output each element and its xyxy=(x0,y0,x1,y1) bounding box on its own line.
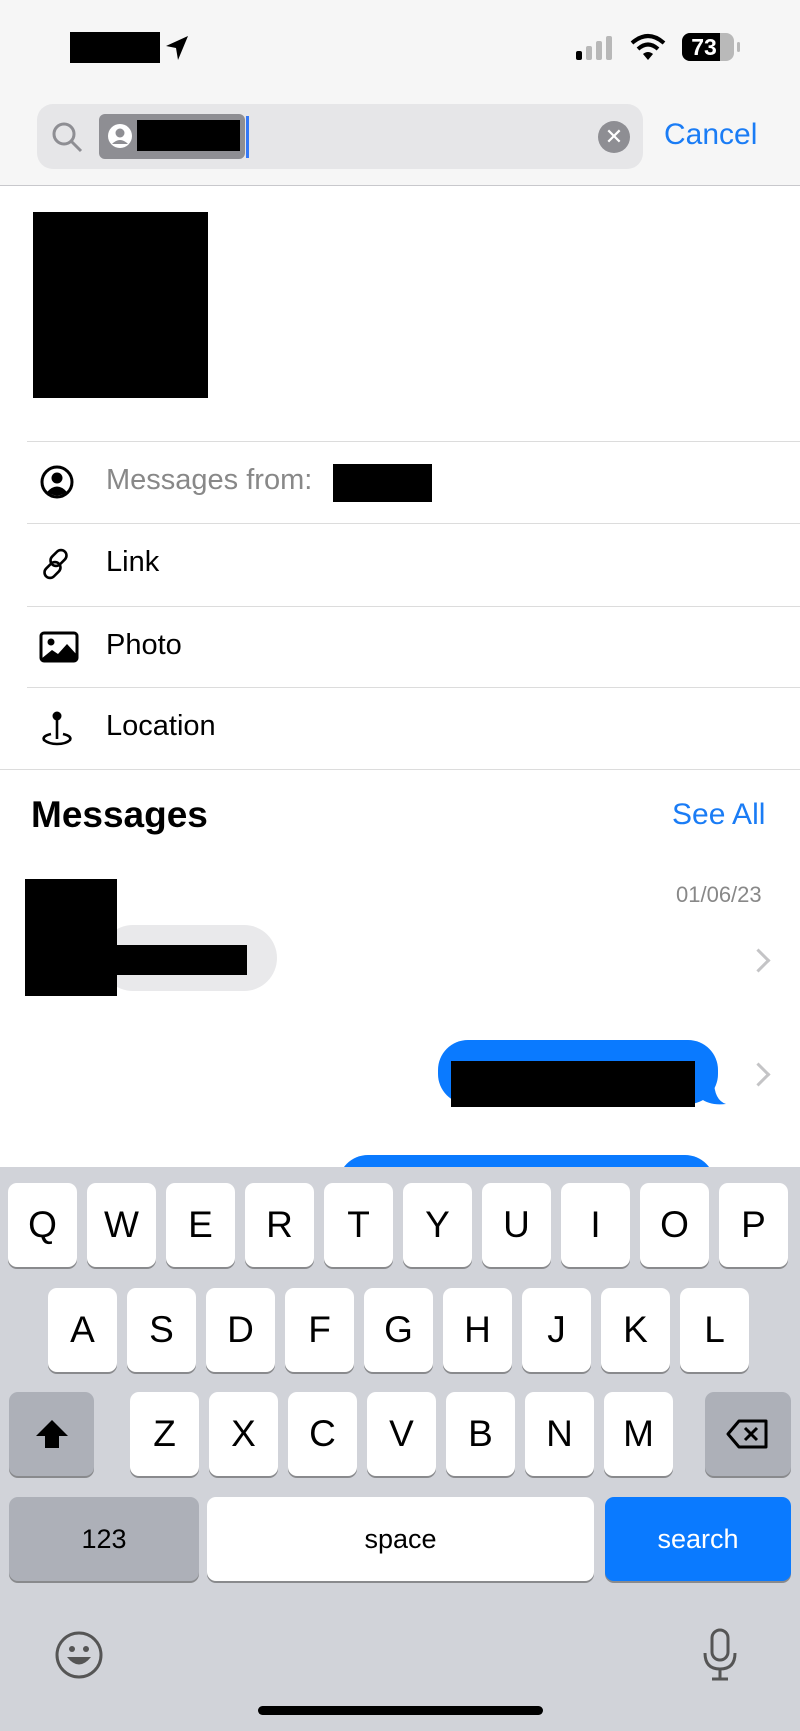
text-cursor xyxy=(246,116,249,158)
filter-location[interactable]: Location xyxy=(27,688,800,769)
key-t[interactable]: T xyxy=(324,1183,393,1267)
key-q[interactable]: Q xyxy=(8,1183,77,1267)
filter-messages-from[interactable]: Messages from: xyxy=(27,442,800,523)
key-y[interactable]: Y xyxy=(403,1183,472,1267)
shift-key[interactable] xyxy=(9,1392,94,1476)
messages-section-title: Messages xyxy=(31,794,208,835)
delete-key[interactable] xyxy=(705,1392,791,1476)
signal-icon xyxy=(576,36,618,60)
key-f[interactable]: F xyxy=(285,1288,354,1372)
key-l[interactable]: L xyxy=(680,1288,749,1372)
key-g[interactable]: G xyxy=(364,1288,433,1372)
location-pin-icon xyxy=(42,711,72,746)
message-date: 01/06/23 xyxy=(676,882,762,907)
numbers-key[interactable]: 123 xyxy=(9,1497,199,1581)
key-h[interactable]: H xyxy=(443,1288,512,1372)
key-m[interactable]: M xyxy=(604,1392,673,1476)
message-text-redacted xyxy=(117,945,247,975)
wifi-icon xyxy=(630,34,666,60)
bubble-tail xyxy=(700,1080,726,1105)
person-circle-icon xyxy=(108,124,132,148)
key-r[interactable]: R xyxy=(245,1183,314,1267)
shift-arrow-icon xyxy=(35,1420,68,1448)
sender-avatar-redacted xyxy=(25,879,117,996)
see-all-button[interactable]: See All xyxy=(672,798,765,832)
key-c[interactable]: C xyxy=(288,1392,357,1476)
key-x[interactable]: X xyxy=(209,1392,278,1476)
key-v[interactable]: V xyxy=(367,1392,436,1476)
emoji-icon[interactable] xyxy=(54,1630,104,1680)
home-indicator xyxy=(258,1706,543,1715)
filter-link[interactable]: Link xyxy=(27,524,800,605)
chevron-right-icon[interactable] xyxy=(746,1062,771,1087)
key-n[interactable]: N xyxy=(525,1392,594,1476)
filter-photo[interactable]: Photo xyxy=(27,607,800,688)
time-redacted xyxy=(70,32,160,63)
key-j[interactable]: J xyxy=(522,1288,591,1372)
sender-name-redacted xyxy=(333,464,432,502)
key-p[interactable]: P xyxy=(719,1183,788,1267)
battery-level: 73 xyxy=(691,34,717,60)
photo-icon xyxy=(39,631,79,663)
search-key[interactable]: search xyxy=(605,1497,791,1581)
contact-result-redacted[interactable] xyxy=(33,212,208,398)
key-z[interactable]: Z xyxy=(130,1392,199,1476)
cancel-button[interactable]: Cancel xyxy=(664,118,757,152)
key-b[interactable]: B xyxy=(446,1392,515,1476)
sent-text-redacted xyxy=(451,1061,695,1107)
chevron-right-icon[interactable] xyxy=(746,948,771,973)
divider xyxy=(0,769,800,770)
battery-icon: 73 xyxy=(682,33,734,61)
filter-label: Photo xyxy=(106,629,182,661)
key-u[interactable]: U xyxy=(482,1183,551,1267)
key-k[interactable]: K xyxy=(601,1288,670,1372)
space-key[interactable]: space xyxy=(207,1497,594,1581)
filter-label: Location xyxy=(106,710,216,742)
person-circle-icon xyxy=(40,465,74,499)
search-icon xyxy=(52,122,83,153)
location-arrow-icon xyxy=(166,36,188,60)
key-w[interactable]: W xyxy=(87,1183,156,1267)
filter-label: Link xyxy=(106,546,160,578)
key-d[interactable]: D xyxy=(206,1288,275,1372)
clear-x-icon[interactable]: ✕ xyxy=(598,121,630,153)
key-e[interactable]: E xyxy=(166,1183,235,1267)
link-icon xyxy=(43,548,68,580)
filter-label: Messages from: xyxy=(106,464,313,496)
key-i[interactable]: I xyxy=(561,1183,630,1267)
contact-name-redacted xyxy=(137,120,240,151)
key-s[interactable]: S xyxy=(127,1288,196,1372)
backspace-icon xyxy=(726,1419,768,1449)
key-o[interactable]: O xyxy=(640,1183,709,1267)
key-a[interactable]: A xyxy=(48,1288,117,1372)
microphone-icon[interactable] xyxy=(700,1627,740,1683)
